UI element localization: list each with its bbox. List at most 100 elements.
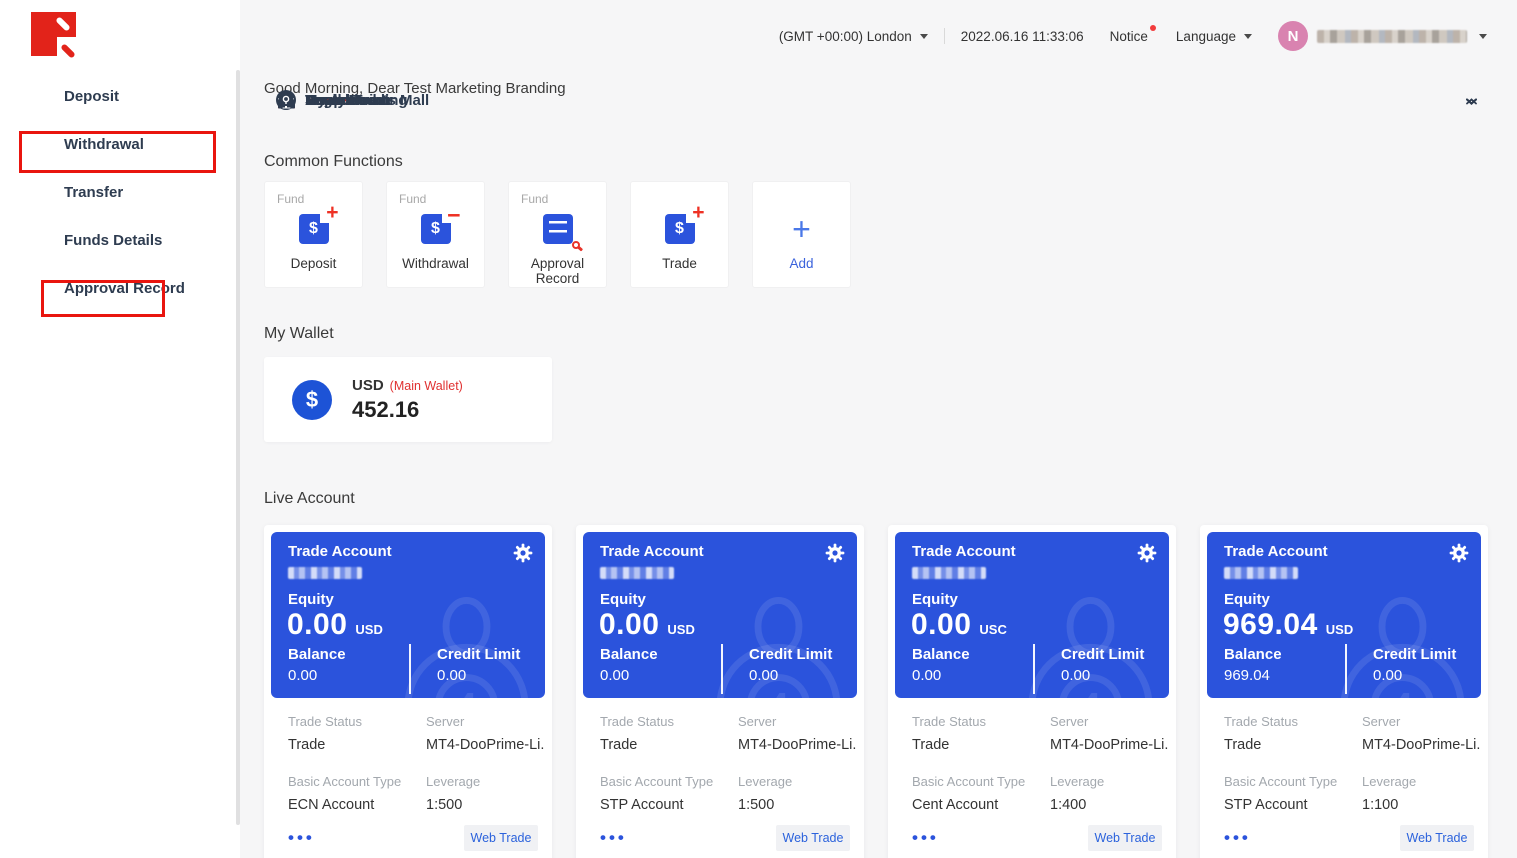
equity-value: 969.04 bbox=[1223, 608, 1318, 642]
sidebar-item-label: News Room bbox=[305, 92, 1477, 109]
sidebar-item-deposit[interactable]: Deposit bbox=[0, 72, 240, 120]
equity-currency: USD bbox=[1326, 622, 1353, 637]
function-card-approval-record[interactable]: Fund Approval Record bbox=[508, 181, 607, 288]
function-category bbox=[643, 192, 728, 207]
common-functions-row: Fund + Deposit Fund − Withdrawal Fund Ap… bbox=[264, 181, 1517, 288]
section-title-my-wallet: My Wallet bbox=[264, 325, 1517, 343]
credit-limit-value: 0.00 bbox=[1061, 667, 1144, 684]
chevron-down-icon bbox=[920, 34, 928, 39]
usd-coin-icon: $ bbox=[292, 380, 332, 420]
balance-label: Balance bbox=[600, 646, 658, 663]
svg-text:4: 4 bbox=[768, 685, 789, 698]
function-card-trade[interactable]: + Trade bbox=[630, 181, 729, 288]
gear-icon[interactable] bbox=[1449, 543, 1469, 563]
function-category bbox=[765, 192, 850, 207]
credit-limit-label: Credit Limit bbox=[749, 646, 832, 663]
panel-divider bbox=[1345, 644, 1347, 694]
leverage-label: Leverage bbox=[1050, 774, 1168, 789]
leverage-label: Leverage bbox=[426, 774, 544, 789]
function-category: Fund bbox=[521, 192, 606, 207]
account-type-label: Basic Account Type bbox=[600, 774, 738, 789]
equity-label: Equity bbox=[1224, 591, 1270, 608]
sidebar-item-transfer[interactable]: Transfer bbox=[0, 168, 240, 216]
account-type-label: Basic Account Type bbox=[912, 774, 1050, 789]
chevron-down-icon bbox=[1479, 34, 1487, 39]
gear-icon[interactable] bbox=[825, 543, 845, 563]
news-icon bbox=[276, 90, 296, 110]
function-category: Fund bbox=[277, 192, 362, 207]
function-card-add[interactable]: + Add bbox=[752, 181, 851, 288]
server-label: Server bbox=[738, 714, 856, 729]
account-number-redacted bbox=[288, 567, 362, 579]
account-type-value: Cent Account bbox=[912, 797, 1050, 813]
balance-label: Balance bbox=[1224, 646, 1282, 663]
equity-value: 0.00 bbox=[599, 608, 659, 642]
server-label: Server bbox=[1362, 714, 1480, 729]
function-category: Fund bbox=[399, 192, 484, 207]
web-trade-button[interactable]: Web Trade bbox=[776, 825, 850, 851]
timezone-selector[interactable]: (GMT +00:00) London bbox=[779, 29, 928, 44]
language-label: Language bbox=[1176, 29, 1236, 44]
equity-value: 0.00 bbox=[911, 608, 971, 642]
approval-search-icon bbox=[543, 214, 573, 244]
sidebar-item-news-room[interactable]: News Room bbox=[240, 72, 1517, 128]
trade-account-card: 4 Trade Account Equity 0.00 USD Balance bbox=[576, 525, 864, 858]
brand-logo-icon bbox=[31, 12, 76, 56]
sidebar-scrollbar[interactable] bbox=[236, 70, 240, 825]
notice-link[interactable]: Notice bbox=[1110, 29, 1148, 44]
server-value: MT4-DooPrime-Li... bbox=[426, 737, 544, 753]
sidebar-item-label: Deposit bbox=[64, 88, 200, 105]
more-actions-button[interactable]: ••• bbox=[1224, 828, 1251, 848]
trade-account-title: Trade Account bbox=[1224, 543, 1328, 560]
trade-account-card: 4 Trade Account Equity 969.04 USD Balanc… bbox=[1200, 525, 1488, 858]
function-card-withdrawal[interactable]: Fund − Withdrawal bbox=[386, 181, 485, 288]
sidebar-item-funds-details[interactable]: Funds Details bbox=[0, 216, 240, 264]
language-selector[interactable]: Language bbox=[1176, 29, 1252, 44]
server-value: MT4-DooPrime-Li... bbox=[738, 737, 856, 753]
web-trade-button[interactable]: Web Trade bbox=[1400, 825, 1474, 851]
web-trade-button[interactable]: Web Trade bbox=[1088, 825, 1162, 851]
equity-label: Equity bbox=[600, 591, 646, 608]
svg-text:4: 4 bbox=[1392, 685, 1413, 698]
notice-label: Notice bbox=[1110, 29, 1148, 44]
balance-value: 969.04 bbox=[1224, 667, 1282, 684]
section-title-common-functions: Common Functions bbox=[264, 153, 1517, 171]
function-label: Deposit bbox=[265, 256, 362, 271]
function-label: Approval Record bbox=[509, 256, 606, 286]
sidebar-item-approval-record[interactable]: Approval Record bbox=[0, 264, 240, 312]
sidebar-item-label: Approval Record bbox=[64, 280, 200, 297]
svg-text:4: 4 bbox=[1080, 685, 1101, 698]
more-actions-button[interactable]: ••• bbox=[600, 828, 627, 848]
sidebar: Home $ Fund Deposit Withdrawal Transfer … bbox=[0, 0, 240, 858]
main-wallet-tag: (Main Wallet) bbox=[390, 379, 463, 393]
credit-limit-label: Credit Limit bbox=[1061, 646, 1144, 663]
panel-divider bbox=[721, 644, 723, 694]
account-type-value: ECN Account bbox=[288, 797, 426, 813]
credit-limit-value: 0.00 bbox=[437, 667, 520, 684]
function-label: Add bbox=[753, 256, 850, 271]
function-card-deposit[interactable]: Fund + Deposit bbox=[264, 181, 363, 288]
withdrawal-minus-icon: − bbox=[421, 214, 451, 244]
account-type-value: STP Account bbox=[600, 797, 738, 813]
more-actions-button[interactable]: ••• bbox=[912, 828, 939, 848]
topbar-divider bbox=[944, 28, 945, 44]
trade-plus-icon: + bbox=[665, 214, 695, 244]
app-window: Home $ Fund Deposit Withdrawal Transfer … bbox=[0, 0, 1517, 858]
wallet-card[interactable]: $ USD(Main Wallet) 452.16 bbox=[264, 357, 552, 442]
account-type-label: Basic Account Type bbox=[1224, 774, 1362, 789]
more-actions-button[interactable]: ••• bbox=[288, 828, 315, 848]
leverage-value: 1:100 bbox=[1362, 797, 1480, 813]
credit-limit-value: 0.00 bbox=[749, 667, 832, 684]
user-menu[interactable]: N bbox=[1278, 21, 1487, 51]
account-summary-panel: 4 Trade Account Equity 0.00 USC Balance bbox=[895, 532, 1169, 698]
web-trade-button[interactable]: Web Trade bbox=[464, 825, 538, 851]
balance-value: 0.00 bbox=[288, 667, 346, 684]
wallet-currency: USD bbox=[352, 377, 384, 394]
sidebar-item-withdrawal[interactable]: Withdrawal bbox=[0, 120, 240, 168]
gear-icon[interactable] bbox=[513, 543, 533, 563]
gear-icon[interactable] bbox=[1137, 543, 1157, 563]
magnifier-icon bbox=[572, 241, 580, 249]
trade-account-title: Trade Account bbox=[288, 543, 392, 560]
leverage-value: 1:500 bbox=[738, 797, 856, 813]
avatar: N bbox=[1278, 21, 1308, 51]
